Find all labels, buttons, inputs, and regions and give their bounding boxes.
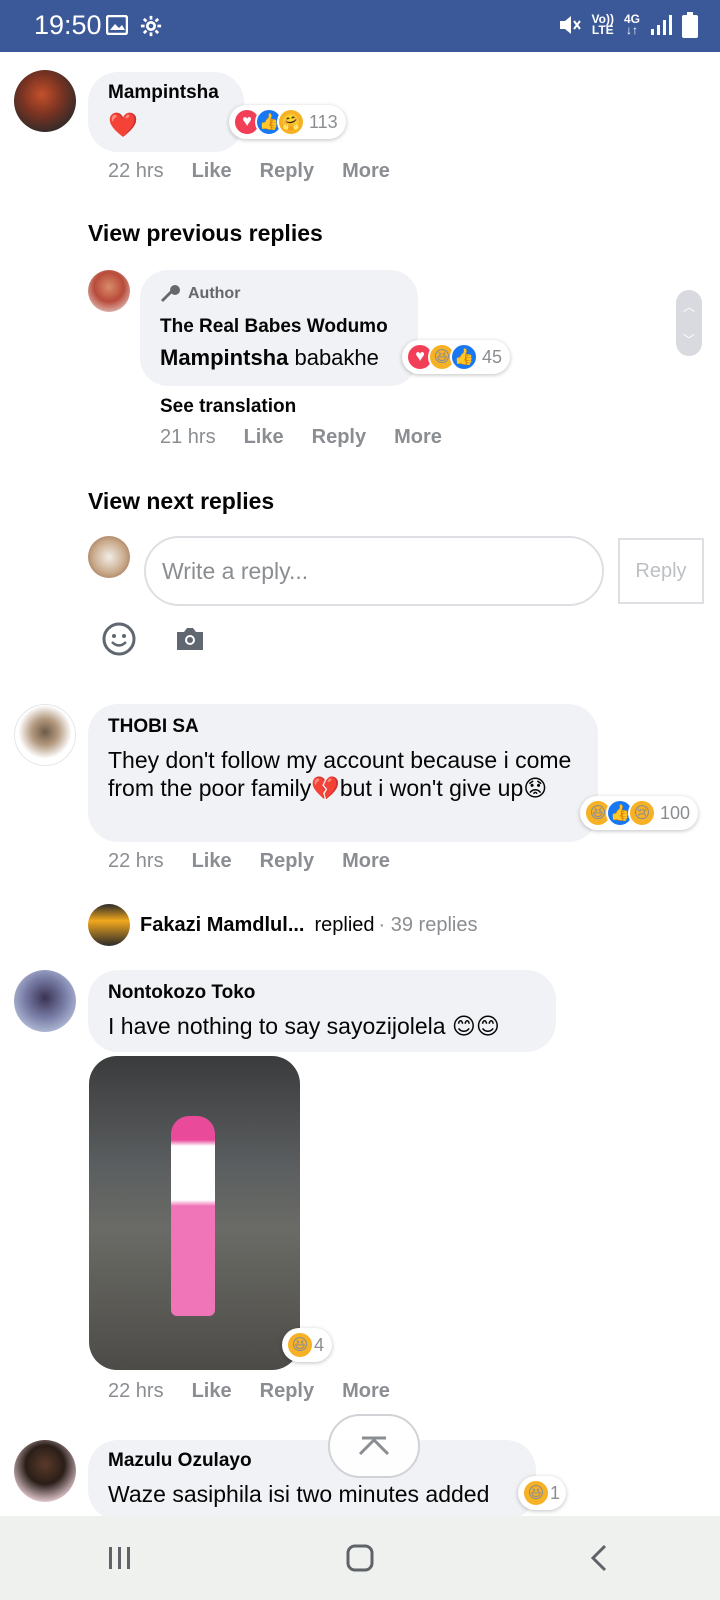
scroll-to-top-button[interactable]: [328, 1414, 420, 1478]
signal-icon: [651, 15, 672, 35]
comment-photo[interactable]: [89, 1056, 300, 1370]
comment-bubble: Nontokozo Toko I have nothing to say say…: [88, 970, 556, 1052]
reply-button[interactable]: Reply: [260, 160, 314, 183]
battery-icon: [682, 12, 698, 38]
comment-actions: 22 hrs Like Reply More: [108, 850, 390, 873]
like-button[interactable]: Like: [244, 426, 284, 449]
status-right-icons: Vo)) LTE 4G ↓↑: [558, 12, 698, 38]
replies-count: · 39 replies: [378, 913, 478, 936]
more-button[interactable]: More: [342, 160, 390, 183]
status-bar: 19:50 Vo)) LTE 4G ↓↑: [0, 0, 720, 52]
chevron-up-icon[interactable]: ︿: [683, 298, 695, 315]
comment-text: ❤️: [108, 112, 138, 139]
reply-bubble: Author The Real Babes Wodumo Mampintsha …: [140, 270, 418, 386]
reaction-summary[interactable]: ♥ 👍 🤗 113: [229, 105, 346, 139]
photo-subject: [171, 1116, 215, 1316]
more-button[interactable]: More: [394, 426, 442, 449]
back-icon[interactable]: [585, 1543, 615, 1573]
volte-bottom-text: LTE: [591, 23, 614, 37]
chevron-up-icon: [358, 1436, 390, 1456]
reaction-summary[interactable]: 😆 👍 😢 100: [580, 796, 699, 830]
haha-reaction-icon: 😆: [522, 1479, 550, 1507]
camera-icon[interactable]: [174, 626, 206, 652]
sad-reaction-icon: 😢: [628, 799, 656, 827]
comment-text: I have nothing to say sayozijolela 😊😊: [108, 1013, 500, 1039]
reaction-count: 100: [660, 802, 691, 823]
view-previous-replies[interactable]: View previous replies: [88, 220, 323, 247]
reaction-count: 4: [314, 1334, 325, 1355]
reaction-count: 45: [482, 346, 503, 367]
reply-button[interactable]: Reply: [260, 1380, 314, 1403]
reply-submit-button[interactable]: Reply: [618, 538, 704, 604]
replied-verb: replied: [314, 913, 375, 936]
recent-apps-icon[interactable]: [105, 1543, 135, 1573]
comment-author[interactable]: Nontokozo Toko: [108, 982, 255, 1004]
comment-bubble: THOBI SA They don't follow my account be…: [88, 704, 598, 842]
volte-indicator: Vo)) LTE: [591, 13, 614, 37]
avatar: [88, 904, 130, 946]
more-button[interactable]: More: [342, 850, 390, 873]
comment-actions: 22 hrs Like Reply More: [108, 1380, 390, 1403]
comment-author[interactable]: THOBI SA: [108, 716, 199, 738]
reply-input[interactable]: Write a reply...: [144, 536, 604, 606]
reaction-summary[interactable]: 😆 4: [282, 1328, 333, 1362]
like-button[interactable]: Like: [192, 160, 232, 183]
reaction-summary[interactable]: 😆 1: [518, 1476, 567, 1510]
comment-text: They don't follow my account because i c…: [108, 747, 572, 801]
reply-actions: 21 hrs Like Reply More: [160, 426, 442, 449]
network-type: 4G ↓↑: [624, 13, 640, 37]
scroll-control[interactable]: ︿ ﹀: [676, 290, 702, 356]
avatar[interactable]: [14, 970, 76, 1032]
more-button[interactable]: More: [342, 1380, 390, 1403]
author-badge: Author: [160, 284, 240, 304]
reaction-count: 1: [550, 1482, 561, 1503]
status-time: 19:50: [34, 10, 102, 40]
avatar[interactable]: [14, 1440, 76, 1502]
comment-time: 22 hrs: [108, 1380, 164, 1402]
data-arrows-icon: ↓↑: [625, 23, 638, 37]
reply-author[interactable]: The Real Babes Wodumo: [160, 316, 388, 338]
replier-name: Fakazi Mamdlul...: [140, 913, 305, 936]
avatar[interactable]: [14, 704, 76, 766]
care-reaction-icon: 🤗: [277, 108, 305, 136]
reply-button[interactable]: Reply: [260, 850, 314, 873]
avatar[interactable]: [14, 70, 76, 132]
reply-button[interactable]: Reply: [312, 426, 366, 449]
comment-time: 22 hrs: [108, 850, 164, 872]
see-translation-link[interactable]: See translation: [160, 396, 296, 418]
reply-time: 21 hrs: [160, 426, 216, 448]
reply-input-placeholder: Write a reply...: [162, 557, 309, 584]
chevron-down-icon[interactable]: ﹀: [683, 331, 695, 348]
image-icon: [106, 15, 128, 35]
haha-reaction-icon: 😆: [286, 1331, 314, 1359]
mute-icon: [559, 16, 581, 34]
comment-bubble: Mampintsha ❤️: [88, 72, 244, 152]
view-next-replies[interactable]: View next replies: [88, 488, 274, 515]
mention-link[interactable]: Mampintsha: [160, 345, 288, 370]
avatar[interactable]: [88, 270, 130, 312]
replies-summary[interactable]: Fakazi Mamdlul... replied · 39 replies: [88, 904, 477, 946]
comment-bubble: Mazulu Ozulayo Waze sasiphila isi two mi…: [88, 1440, 536, 1520]
reaction-count: 113: [309, 111, 338, 132]
comment-author[interactable]: Mazulu Ozulayo: [108, 1450, 252, 1472]
like-reaction-icon: 👍: [450, 343, 478, 371]
settings-gear-icon: [140, 15, 162, 37]
home-icon[interactable]: [344, 1542, 376, 1574]
comment-actions: 22 hrs Like Reply More: [108, 160, 390, 183]
comment-author[interactable]: Mampintsha: [108, 82, 219, 104]
reaction-summary[interactable]: ♥ 😆 👍 45: [402, 340, 511, 374]
navigation-bar: [0, 1516, 720, 1600]
like-button[interactable]: Like: [192, 1380, 232, 1403]
reply-body: babakhe: [288, 345, 379, 370]
avatar: [88, 536, 130, 578]
emoji-icon[interactable]: [102, 622, 136, 656]
like-button[interactable]: Like: [192, 850, 232, 873]
microphone-icon: [161, 285, 180, 302]
reply-text: Mampintsha babakhe: [160, 344, 379, 372]
author-badge-label: Author: [188, 285, 241, 302]
comment-time: 22 hrs: [108, 160, 164, 182]
comment-text: Waze sasiphila isi two minutes added: [108, 1481, 490, 1507]
